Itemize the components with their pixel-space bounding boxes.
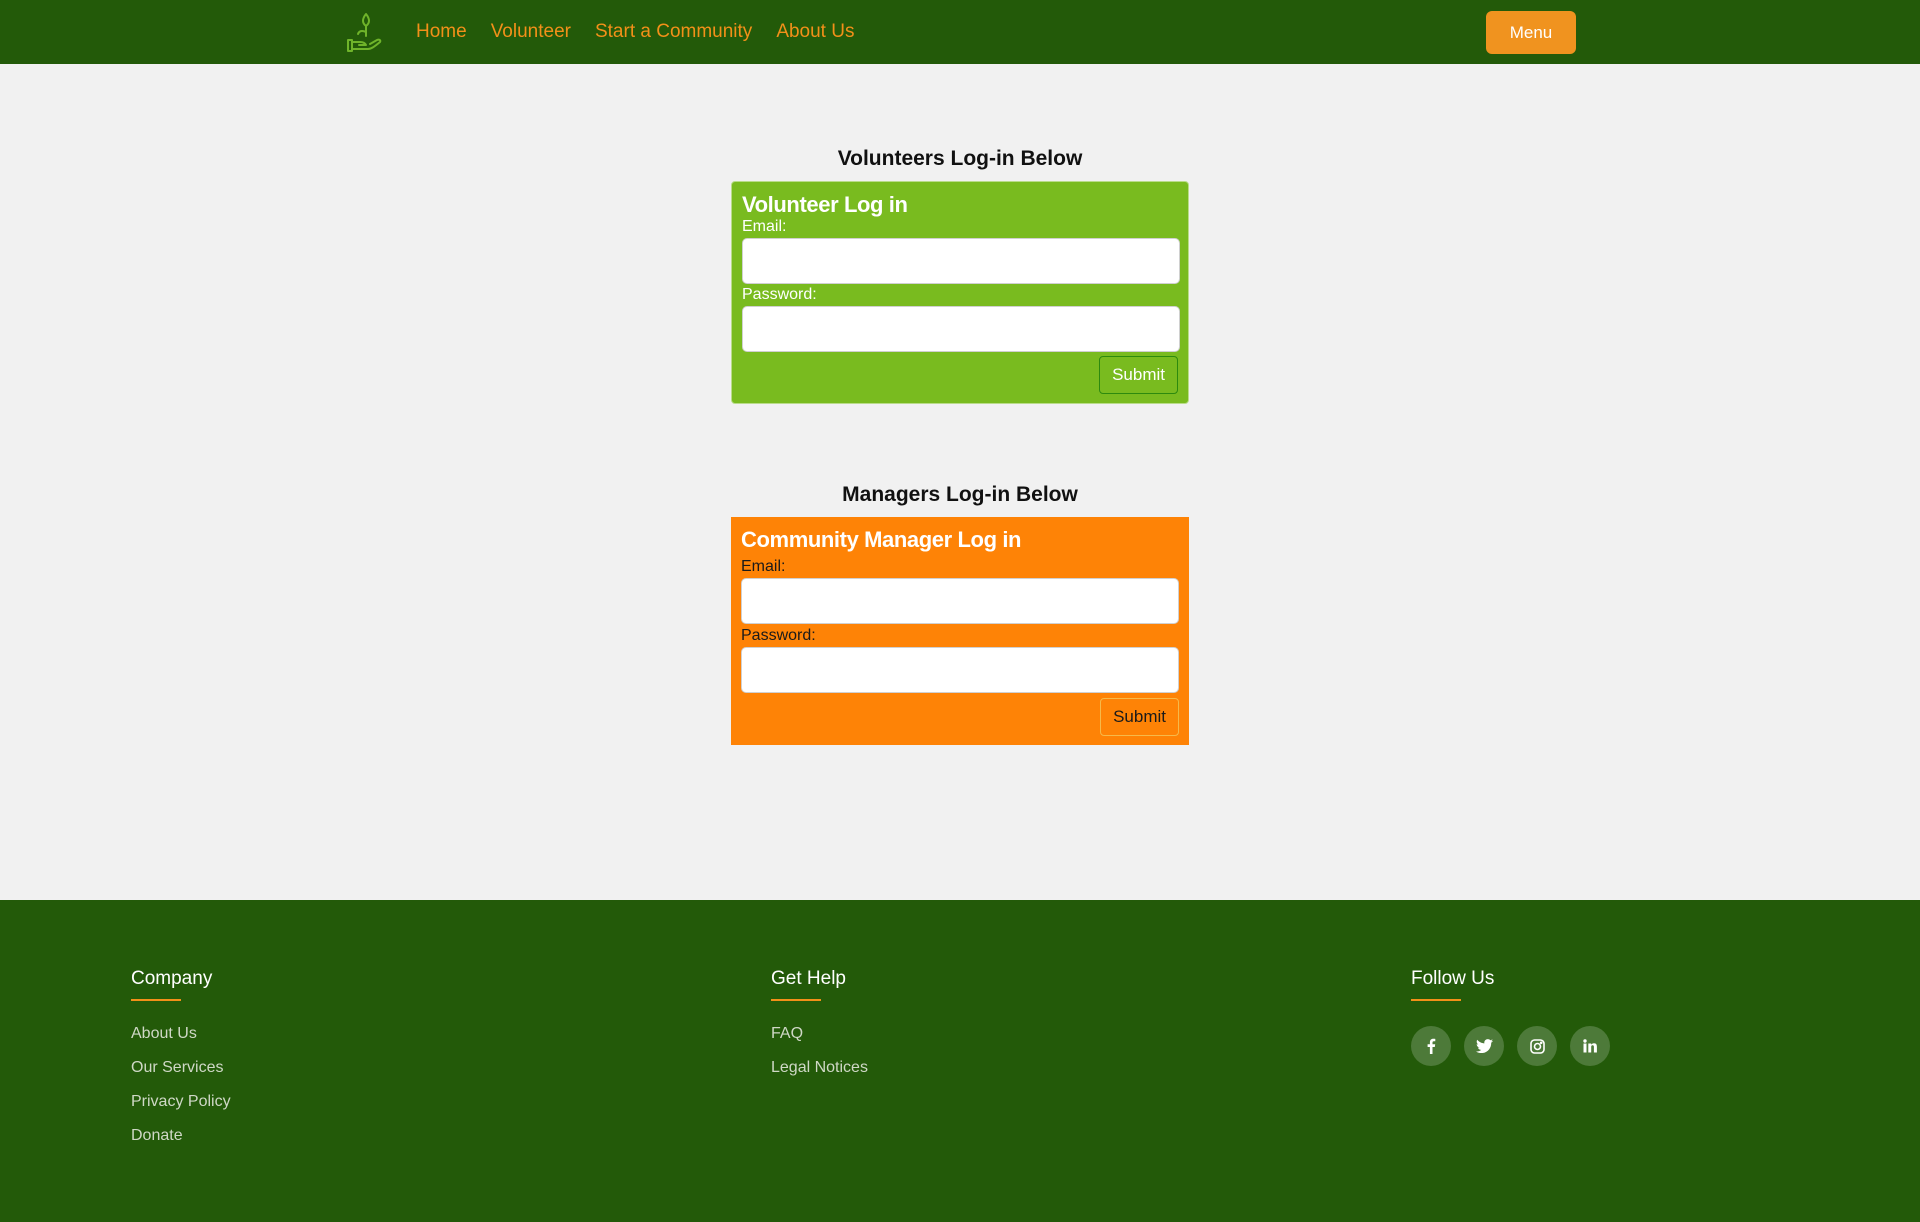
footer-help-column: Get Help FAQ Legal Notices xyxy=(771,968,868,1093)
footer-company-column: Company About Us Our Services Privacy Po… xyxy=(131,968,231,1161)
volunteer-password-label: Password: xyxy=(742,286,817,303)
linkedin-icon[interactable] xyxy=(1570,1026,1610,1066)
twitter-icon[interactable] xyxy=(1464,1026,1504,1066)
footer-follow-heading: Follow Us xyxy=(1411,968,1495,989)
footer-help-links: FAQ Legal Notices xyxy=(771,1025,868,1080)
manager-login-title: Community Manager Log in xyxy=(741,527,1022,552)
manager-section-heading: Managers Log-in Below xyxy=(842,483,1078,506)
volunteer-login-form: Volunteer Log in Email: Password: Submit xyxy=(731,181,1189,404)
footer-company-links: About Us Our Services Privacy Policy Don… xyxy=(131,1025,231,1148)
footer-company-heading: Company xyxy=(131,968,213,989)
manager-password-label: Password: xyxy=(741,627,816,644)
footer-follow-column: Follow Us xyxy=(1411,968,1623,1066)
manager-email-input[interactable] xyxy=(741,578,1179,624)
manager-email-label: Email: xyxy=(741,558,786,575)
social-links xyxy=(1411,1026,1623,1066)
volunteer-submit-button[interactable]: Submit xyxy=(1099,356,1178,394)
footer-link-legal-notices[interactable]: Legal Notices xyxy=(771,1059,868,1076)
instagram-icon[interactable] xyxy=(1517,1026,1557,1066)
footer-heading-underline xyxy=(771,999,821,1001)
volunteer-login-title: Volunteer Log in xyxy=(742,192,908,217)
footer-link-donate[interactable]: Donate xyxy=(131,1127,183,1144)
nav-link-home[interactable]: Home xyxy=(416,21,467,43)
footer-help-heading: Get Help xyxy=(771,968,846,989)
footer-link-our-services[interactable]: Our Services xyxy=(131,1059,223,1076)
manager-login-form: Community Manager Log in Email: Password… xyxy=(731,517,1189,745)
nav-link-about-us[interactable]: About Us xyxy=(776,21,854,43)
footer-heading-underline xyxy=(1411,999,1461,1001)
volunteer-password-input[interactable] xyxy=(742,306,1180,352)
footer-link-about-us[interactable]: About Us xyxy=(131,1025,197,1042)
main-nav: Home Volunteer Start a Community About U… xyxy=(416,0,878,64)
top-navbar: Home Volunteer Start a Community About U… xyxy=(0,0,1920,64)
facebook-icon[interactable] xyxy=(1411,1026,1451,1066)
menu-button[interactable]: Menu xyxy=(1486,11,1576,54)
footer-link-privacy-policy[interactable]: Privacy Policy xyxy=(131,1093,231,1110)
volunteer-section-heading: Volunteers Log-in Below xyxy=(837,147,1083,170)
site-footer: Company About Us Our Services Privacy Po… xyxy=(0,900,1920,1222)
nav-link-volunteer[interactable]: Volunteer xyxy=(491,21,571,43)
footer-heading-underline xyxy=(131,999,181,1001)
footer-link-faq[interactable]: FAQ xyxy=(771,1025,803,1042)
volunteer-email-input[interactable] xyxy=(742,238,1180,284)
hand-holding-plant-icon[interactable] xyxy=(344,10,384,54)
manager-password-input[interactable] xyxy=(741,647,1179,693)
nav-link-start-community[interactable]: Start a Community xyxy=(595,21,752,43)
manager-submit-button[interactable]: Submit xyxy=(1100,698,1179,736)
volunteer-email-label: Email: xyxy=(742,218,787,235)
